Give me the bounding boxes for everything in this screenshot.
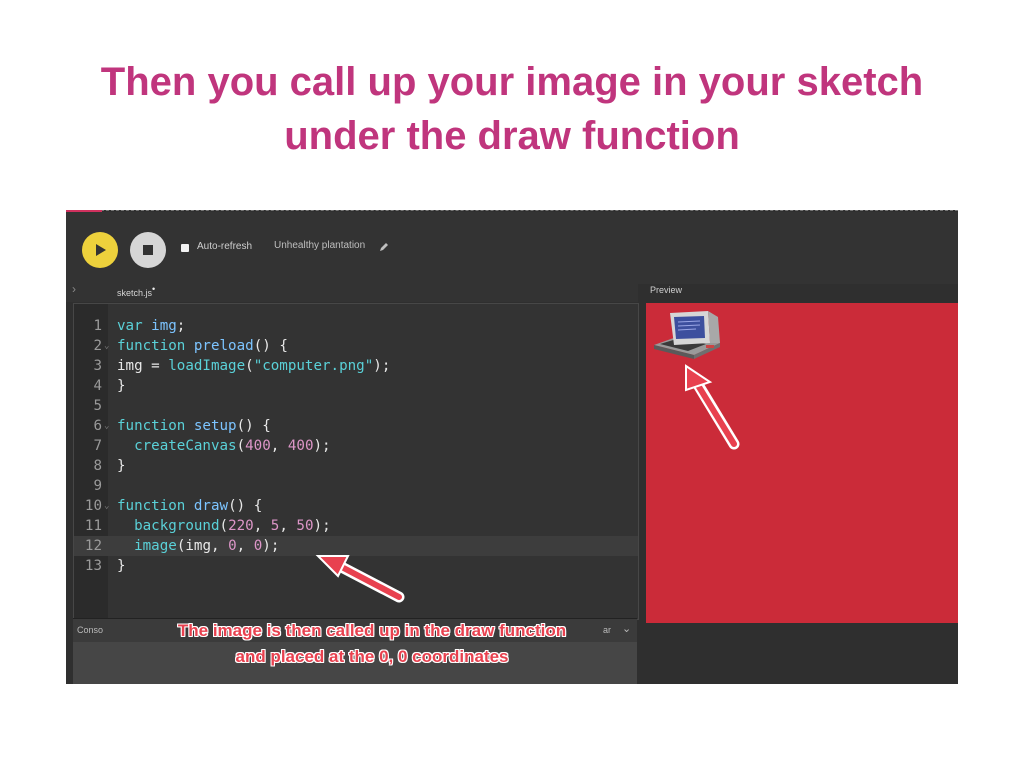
code-line[interactable]: 6 ⌄ function setup() {: [74, 416, 638, 436]
line-number: 3: [93, 358, 102, 374]
slide-title-line-2: under the draw function: [284, 114, 740, 158]
line-number: 8: [93, 458, 102, 474]
code-text: function setup() {: [117, 418, 271, 434]
fold-icon[interactable]: ⌄: [104, 416, 109, 436]
code-line[interactable]: 9: [74, 476, 638, 496]
toolbar: Auto-refresh Unhealthy plantation: [66, 212, 958, 284]
pencil-icon[interactable]: [378, 241, 390, 253]
line-number: 9: [93, 478, 102, 494]
code-text: var img;: [117, 318, 186, 334]
code-line[interactable]: 13}: [74, 556, 638, 576]
preview-label: Preview: [650, 285, 683, 295]
preview-canvas: [646, 303, 958, 623]
annotation-callout: The image is then called up in the draw …: [106, 618, 638, 670]
play-icon: [96, 244, 106, 256]
line-number: 2: [93, 338, 102, 354]
code-line[interactable]: 1 var img;: [74, 316, 638, 336]
file-tab-label: sketch.js: [117, 288, 153, 298]
code-text: }: [117, 378, 126, 394]
line-number: 10: [84, 498, 102, 514]
fold-icon[interactable]: ⌄: [104, 496, 109, 516]
line-number: 5: [93, 398, 102, 414]
slide-title-line-1: Then you call up your image in your sket…: [100, 60, 924, 104]
code-editor[interactable]: 1 var img; 2 ⌄ function preload() {3 img = lo…: [73, 303, 639, 620]
code-text: function draw() {: [117, 498, 263, 514]
code-line[interactable]: 2 ⌄ function preload() {: [74, 336, 638, 356]
annotation-line-2: and placed at the 0, 0 coordinates: [235, 647, 509, 666]
file-tab-bar: › sketch.js•: [66, 280, 638, 302]
code-line[interactable]: 8}: [74, 456, 638, 476]
code-text: background(220, 5, 50);: [134, 518, 331, 534]
file-tab-sketch[interactable]: sketch.js•: [117, 284, 155, 298]
code-text: createCanvas(400, 400);: [134, 438, 331, 454]
computer-icon: [654, 311, 720, 359]
code-line[interactable]: 10 ⌄ function draw() {: [74, 496, 638, 516]
slide-title: Then you call up your image in your sket…: [0, 55, 1024, 163]
sketch-name[interactable]: Unhealthy plantation: [274, 240, 365, 251]
fold-icon[interactable]: ⌄: [104, 336, 109, 356]
code-text: function preload() {: [117, 338, 288, 354]
line-number: 1: [93, 318, 102, 334]
line-number: 7: [93, 438, 102, 454]
code-text: image(img, 0, 0);: [134, 538, 280, 554]
code-line[interactable]: 5: [74, 396, 638, 416]
code-line[interactable]: 3 img = loadImage("computer.png");: [74, 356, 638, 376]
unsaved-indicator: •: [152, 284, 156, 294]
play-button[interactable]: [82, 232, 118, 268]
auto-refresh-checkbox[interactable]: [181, 244, 189, 252]
line-number: 6: [93, 418, 102, 434]
stop-button[interactable]: [130, 232, 166, 268]
line-number: 13: [84, 558, 102, 574]
code-line[interactable]: 12 image(img, 0, 0);: [74, 536, 638, 556]
line-number: 11: [84, 518, 102, 534]
stop-icon: [143, 245, 153, 255]
console-label: Conso: [77, 625, 104, 635]
annotation-line-1: The image is then called up in the draw …: [177, 621, 567, 640]
editor-screenshot: Auto-refresh Unhealthy plantation › sket…: [66, 210, 958, 684]
auto-refresh-label: Auto-refresh: [197, 241, 253, 252]
line-number: 4: [93, 378, 102, 394]
code-line[interactable]: 4}: [74, 376, 638, 396]
code-text: }: [117, 458, 126, 474]
sidebar-expand-icon[interactable]: ›: [72, 282, 76, 296]
line-number: 12: [84, 538, 102, 554]
code-text: img = loadImage("computer.png");: [117, 358, 391, 374]
code-line[interactable]: 7 createCanvas(400, 400);: [74, 436, 638, 456]
code-line[interactable]: 11 background(220, 5, 50);: [74, 516, 638, 536]
code-text: }: [117, 558, 126, 574]
